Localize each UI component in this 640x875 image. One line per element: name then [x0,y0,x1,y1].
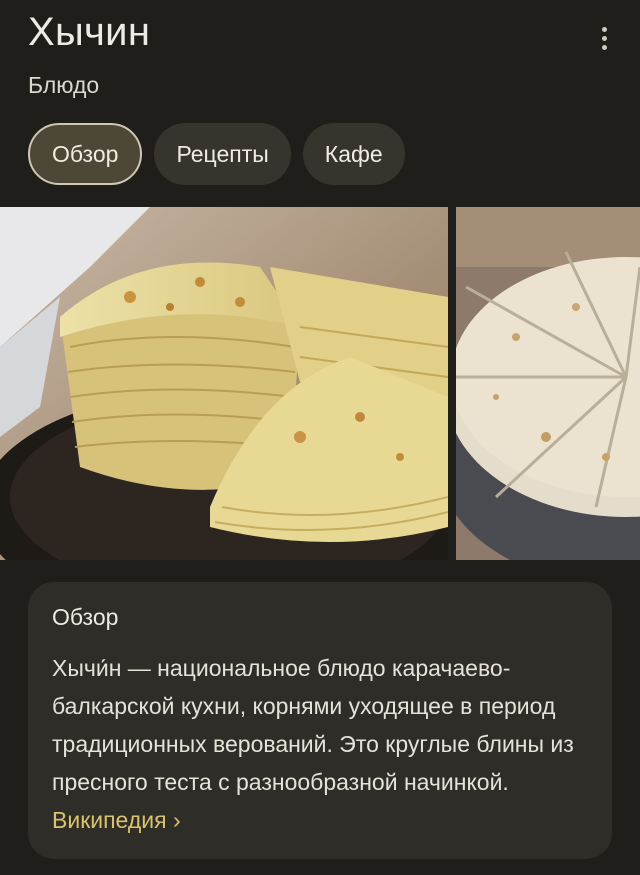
page-title: Хычин [28,10,151,54]
dot-3 [601,44,607,50]
overview-card: Обзор Хычи́н — национальное блюдо карача… [28,582,612,859]
dish-photo-2[interactable] [456,207,640,560]
overview-title: Обзор [52,604,119,630]
chevron-right-icon: › [172,807,181,833]
dish-photo-1[interactable] [0,207,448,560]
overview-description: Хычи́н — национальное блюдо карачаево-ба… [52,655,574,795]
dot-1 [601,26,607,32]
image-carousel[interactable] [0,207,640,560]
tab-overview[interactable]: Обзор [28,123,143,185]
page-subtitle: Блюдо [28,72,100,98]
tab-bar: Обзор Рецепты Кафе [28,123,405,185]
wikipedia-link-label[interactable]: Википедия [52,807,167,833]
more-options-icon[interactable] [592,22,616,54]
wikipedia-link[interactable]: Википедия › [52,807,181,833]
tab-recipes[interactable]: Рецепты [154,123,291,185]
overview-text: Хычи́н — национальное блюдо карачаево-ба… [52,649,588,839]
tab-cafe[interactable]: Кафе [302,123,405,185]
dot-2 [601,35,607,41]
